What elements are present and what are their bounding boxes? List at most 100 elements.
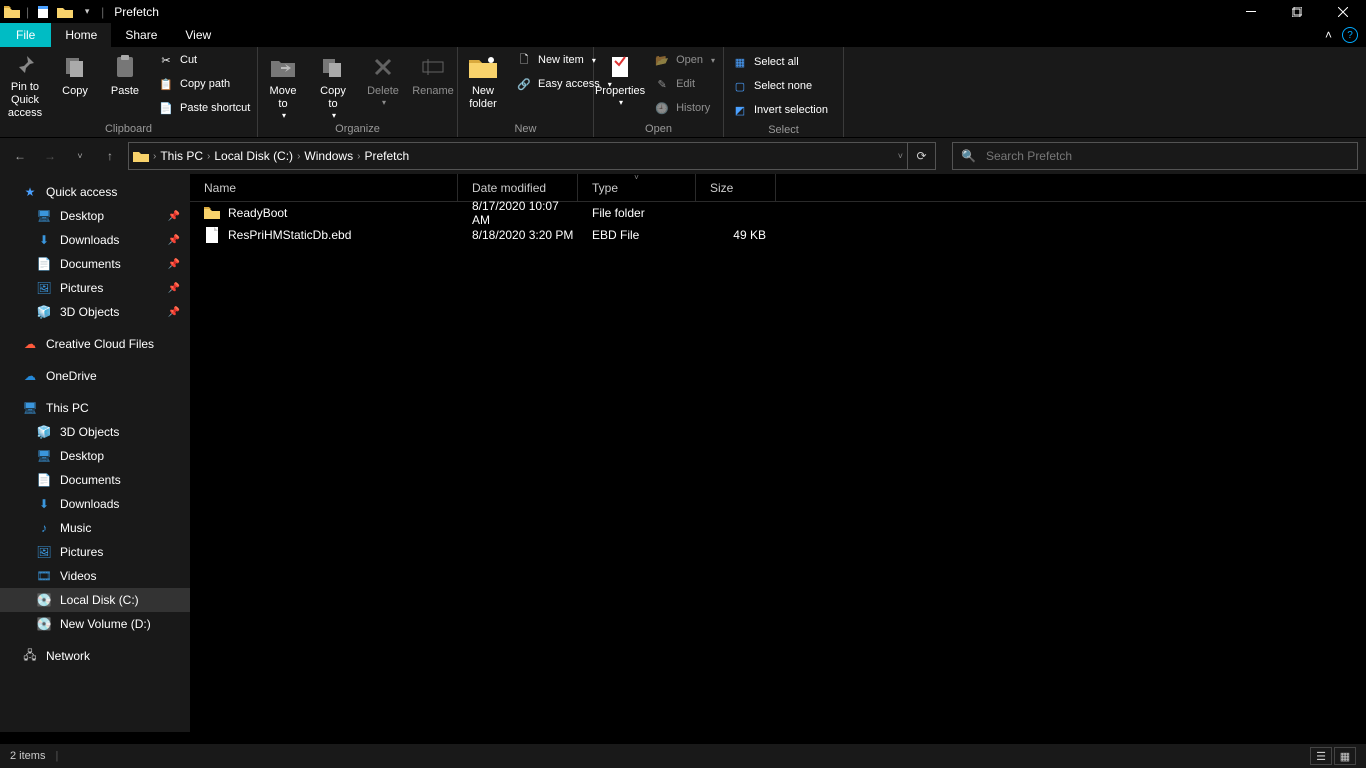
music-icon: ♪ bbox=[36, 520, 52, 536]
new-folder-button[interactable]: New folder bbox=[458, 47, 508, 120]
nav-pc-3d[interactable]: 🧊3D Objects bbox=[0, 420, 190, 444]
nav-new-volume-d[interactable]: 💽New Volume (D:) bbox=[0, 612, 190, 636]
col-name[interactable]: Name bbox=[190, 174, 458, 201]
downloads-icon: ⬇ bbox=[36, 496, 52, 512]
videos-icon: 🎞 bbox=[36, 568, 52, 584]
nav-pc-documents[interactable]: 📄Documents bbox=[0, 468, 190, 492]
copy-to-button[interactable]: Copy to▾ bbox=[308, 47, 358, 120]
select-all-icon: ▦ bbox=[732, 54, 748, 70]
copy-button[interactable]: Copy bbox=[50, 47, 100, 120]
title-bar: | ▾ | Prefetch bbox=[0, 0, 1366, 23]
nav-downloads[interactable]: ⬇Downloads📌 bbox=[0, 228, 190, 252]
paste-button[interactable]: Paste bbox=[100, 47, 150, 120]
nav-pc-music[interactable]: ♪Music bbox=[0, 516, 190, 540]
ribbon-tabs: File Home Share View ˄ ? bbox=[0, 23, 1366, 47]
nav-pictures[interactable]: 🖼Pictures📌 bbox=[0, 276, 190, 300]
rename-button[interactable]: Rename bbox=[408, 47, 458, 120]
pin-to-quick-access-button[interactable]: Pin to Quick access bbox=[0, 47, 50, 120]
delete-button[interactable]: Delete▾ bbox=[358, 47, 408, 120]
open-button[interactable]: 📂Open▾ bbox=[650, 49, 719, 71]
qat-dropdown-icon[interactable]: ▾ bbox=[79, 4, 95, 20]
ribbon: Pin to Quick access Copy Paste ✂Cut 📋Cop… bbox=[0, 47, 1366, 138]
refresh-button[interactable]: ⟳ bbox=[908, 142, 936, 170]
pin-icon: 📌 bbox=[168, 259, 180, 270]
copy-path-button[interactable]: 📋Copy path bbox=[154, 73, 254, 95]
recent-locations-button[interactable]: ˅ bbox=[68, 144, 92, 168]
nav-this-pc[interactable]: 🖥This PC bbox=[0, 396, 190, 420]
nav-local-disk-c[interactable]: 💽Local Disk (C:) bbox=[0, 588, 190, 612]
folder-qat-icon[interactable] bbox=[57, 4, 73, 20]
nav-pc-videos[interactable]: 🎞Videos bbox=[0, 564, 190, 588]
select-all-button[interactable]: ▦Select all bbox=[728, 51, 832, 73]
nav-pc-pictures[interactable]: 🖼Pictures bbox=[0, 540, 190, 564]
paste-shortcut-icon: 📄 bbox=[158, 100, 174, 116]
pc-icon: 🖥 bbox=[22, 400, 38, 416]
details-view-button[interactable]: ☰ bbox=[1310, 747, 1332, 765]
nav-onedrive[interactable]: ☁OneDrive bbox=[0, 364, 190, 388]
pictures-icon: 🖼 bbox=[36, 544, 52, 560]
file-size: 49 KB bbox=[696, 228, 776, 242]
folder-icon bbox=[4, 4, 20, 20]
properties-qat-icon[interactable] bbox=[35, 4, 51, 20]
nav-creative-cloud[interactable]: ☁Creative Cloud Files bbox=[0, 332, 190, 356]
pictures-icon: 🖼 bbox=[36, 280, 52, 296]
move-to-button[interactable]: Move to▾ bbox=[258, 47, 308, 120]
collapse-ribbon-icon[interactable]: ˄ bbox=[1325, 28, 1332, 42]
breadcrumb-item[interactable]: This PC bbox=[160, 149, 203, 163]
search-box[interactable]: 🔍 Search Prefetch bbox=[952, 142, 1358, 170]
help-icon[interactable]: ? bbox=[1342, 27, 1358, 43]
tab-file[interactable]: File bbox=[0, 23, 51, 47]
documents-icon: 📄 bbox=[36, 256, 52, 272]
breadcrumb-item[interactable]: Windows bbox=[304, 149, 353, 163]
cc-icon: ☁ bbox=[22, 336, 38, 352]
nav-desktop[interactable]: 🖥Desktop📌 bbox=[0, 204, 190, 228]
file-type: File folder bbox=[578, 206, 696, 220]
main-area: ★Quick access 🖥Desktop📌 ⬇Downloads📌 📄Doc… bbox=[0, 174, 1366, 732]
tab-home[interactable]: Home bbox=[51, 23, 111, 47]
close-button[interactable] bbox=[1320, 0, 1366, 23]
column-headers: Name Date modified Type˅ Size bbox=[190, 174, 1366, 202]
minimize-button[interactable] bbox=[1228, 0, 1274, 23]
nav-3d-objects[interactable]: 🧊3D Objects📌 bbox=[0, 300, 190, 324]
folder-icon bbox=[133, 150, 149, 162]
file-name: ReadyBoot bbox=[228, 206, 287, 220]
nav-pc-desktop[interactable]: 🖥Desktop bbox=[0, 444, 190, 468]
back-button[interactable]: ← bbox=[8, 144, 32, 168]
history-button[interactable]: 🕘History bbox=[650, 97, 719, 119]
breadcrumb-item[interactable]: Local Disk (C:) bbox=[214, 149, 293, 163]
edit-button[interactable]: ✎Edit bbox=[650, 73, 719, 95]
group-label: Open bbox=[594, 121, 723, 137]
thumbnails-view-button[interactable]: ▦ bbox=[1334, 747, 1356, 765]
select-none-button[interactable]: ▢Select none bbox=[728, 75, 832, 97]
tab-view[interactable]: View bbox=[171, 23, 225, 47]
qat-divider: | bbox=[101, 5, 104, 19]
nav-pc-downloads[interactable]: ⬇Downloads bbox=[0, 492, 190, 516]
col-size[interactable]: Size bbox=[696, 174, 776, 201]
up-button[interactable]: ↑ bbox=[98, 144, 122, 168]
group-label: Organize bbox=[258, 120, 457, 137]
col-type[interactable]: Type˅ bbox=[578, 174, 696, 201]
paste-shortcut-button[interactable]: 📄Paste shortcut bbox=[154, 97, 254, 119]
breadcrumb-item[interactable]: Prefetch bbox=[364, 149, 409, 163]
cut-button[interactable]: ✂Cut bbox=[154, 49, 254, 71]
nav-network[interactable]: 🖧Network bbox=[0, 644, 190, 668]
nav-documents[interactable]: 📄Documents📌 bbox=[0, 252, 190, 276]
col-date[interactable]: Date modified bbox=[458, 174, 578, 201]
pin-icon: 📌 bbox=[168, 235, 180, 246]
address-bar[interactable]: › This PC› Local Disk (C:)› Windows› Pre… bbox=[128, 142, 908, 170]
file-row[interactable]: ResPriHMStaticDb.ebd8/18/2020 3:20 PMEBD… bbox=[190, 224, 1366, 246]
file-row[interactable]: ReadyBoot8/17/2020 10:07 AMFile folder bbox=[190, 202, 1366, 224]
downloads-icon: ⬇ bbox=[36, 232, 52, 248]
nav-quick-access[interactable]: ★Quick access bbox=[0, 180, 190, 204]
maximize-button[interactable] bbox=[1274, 0, 1320, 23]
star-icon: ★ bbox=[22, 184, 38, 200]
file-date: 8/18/2020 3:20 PM bbox=[458, 228, 578, 242]
forward-button[interactable]: → bbox=[38, 144, 62, 168]
file-name: ResPriHMStaticDb.ebd bbox=[228, 228, 351, 242]
copy-path-icon: 📋 bbox=[158, 76, 174, 92]
properties-button[interactable]: Properties▾ bbox=[594, 47, 646, 120]
folder-icon bbox=[204, 205, 220, 221]
tab-share[interactable]: Share bbox=[111, 23, 171, 47]
invert-selection-button[interactable]: ◩Invert selection bbox=[728, 99, 832, 121]
open-icon: 📂 bbox=[654, 52, 670, 68]
